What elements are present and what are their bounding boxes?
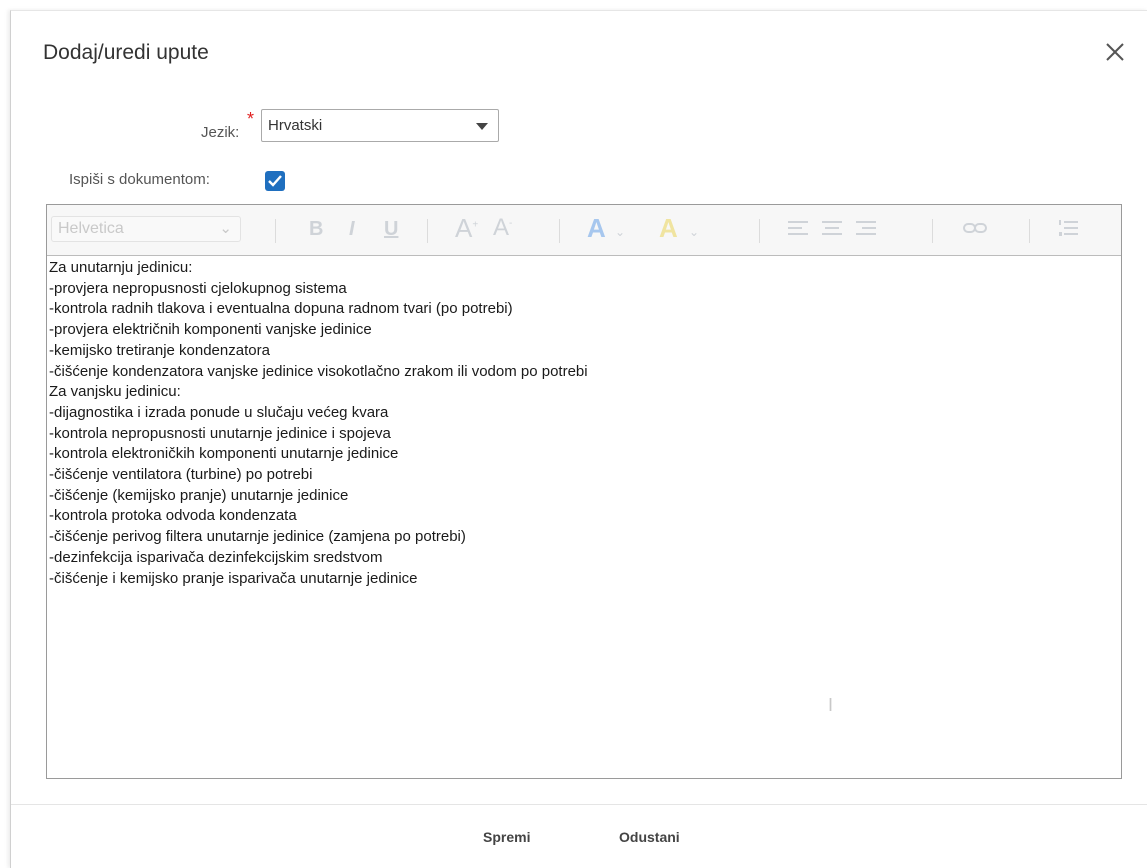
editor-toolbar: Helvetica ⌄ B I U A+ A- A ⌄ A ⌄ <box>47 205 1121 256</box>
numbered-list-icon[interactable] <box>1057 218 1079 244</box>
editor-line: -čišćenje i kemijsko pranje isparivača u… <box>49 569 418 587</box>
font-size-decrease-icon[interactable]: A- <box>493 214 512 242</box>
editor-line: -čišćenje (kemijsko pranje) unutarnje je… <box>49 486 349 504</box>
editor-line: Za unutarnju jedinicu: <box>49 259 193 276</box>
toolbar-divider <box>1029 219 1030 243</box>
toolbar-divider <box>759 219 760 243</box>
caret-down-icon <box>476 123 488 130</box>
bold-button[interactable]: B <box>309 218 323 241</box>
editor-line: -provjera nepropusnosti cjelokupnog sist… <box>49 279 347 297</box>
editor-line: -kemijsko tretiranje kondenzatora <box>49 341 270 359</box>
text-color-icon[interactable]: A <box>587 213 606 244</box>
chevron-down-icon[interactable]: ⌄ <box>615 225 625 239</box>
chevron-down-icon: ⌄ <box>219 220 232 237</box>
dialog: Dodaj/uredi upute Jezik: * Hrvatski Ispi… <box>10 10 1147 868</box>
font-family-value: Helvetica <box>58 220 124 237</box>
editor-content[interactable]: Za unutarnju jedinicu: -provjera nepropus… <box>49 258 588 589</box>
toolbar-divider <box>559 219 560 243</box>
font-family-select[interactable]: Helvetica ⌄ <box>51 216 241 242</box>
editor-line: -čišćenje perivog filtera unutarnje jedi… <box>49 528 466 546</box>
highlight-color-icon[interactable]: A <box>659 213 678 244</box>
toolbar-divider <box>427 219 428 243</box>
language-select-value: Hrvatski <box>268 117 323 134</box>
align-center-icon[interactable] <box>821 218 843 244</box>
editor-line: -kontrola elektroničkih komponenti unuta… <box>49 445 399 463</box>
text-cursor-icon: I <box>828 695 834 715</box>
dialog-title: Dodaj/uredi upute <box>43 41 209 64</box>
footer-divider <box>11 804 1147 805</box>
checkmark-icon <box>268 175 282 187</box>
close-icon[interactable] <box>1100 37 1130 67</box>
rich-text-editor: Helvetica ⌄ B I U A+ A- A ⌄ A ⌄ Za unuta… <box>46 204 1122 779</box>
chevron-down-icon[interactable]: ⌄ <box>689 225 699 239</box>
editor-line: -provjera električnih komponenti vanjske… <box>49 321 372 339</box>
save-button[interactable]: Spremi <box>483 829 530 845</box>
editor-line: -čišćenje kondenzatora vanjske jedinice … <box>49 362 588 380</box>
editor-line: -kontrola protoka odvoda kondenzata <box>49 507 297 525</box>
italic-button[interactable]: I <box>349 218 355 241</box>
editor-line: Za vanjsku jedinicu: <box>49 383 181 401</box>
language-label: Jezik: <box>201 124 240 141</box>
language-select[interactable]: Hrvatski <box>261 109 499 142</box>
align-right-icon[interactable] <box>855 218 877 244</box>
editor-line: -dezinfekcija isparivača dezinfekcijskim… <box>49 548 383 566</box>
print-with-document-label: Ispiši s dokumentom: <box>69 171 210 188</box>
cancel-button[interactable]: Odustani <box>619 829 680 845</box>
toolbar-divider <box>932 219 933 243</box>
editor-line: -kontrola radnih tlakova i eventualna do… <box>49 300 513 318</box>
link-icon[interactable] <box>962 218 988 244</box>
editor-line: -kontrola nepropusnosti unutarnje jedini… <box>49 424 391 442</box>
editor-line: -čišćenje ventilatora (turbine) po potre… <box>49 466 313 484</box>
required-mark: * <box>247 109 255 129</box>
underline-button[interactable]: U <box>384 218 398 241</box>
print-with-document-checkbox[interactable] <box>265 171 285 191</box>
align-left-icon[interactable] <box>787 218 809 244</box>
editor-line: -dijagnostika i izrada ponude u slučaju … <box>49 403 389 421</box>
toolbar-divider <box>275 219 276 243</box>
font-size-increase-icon[interactable]: A+ <box>455 213 478 244</box>
